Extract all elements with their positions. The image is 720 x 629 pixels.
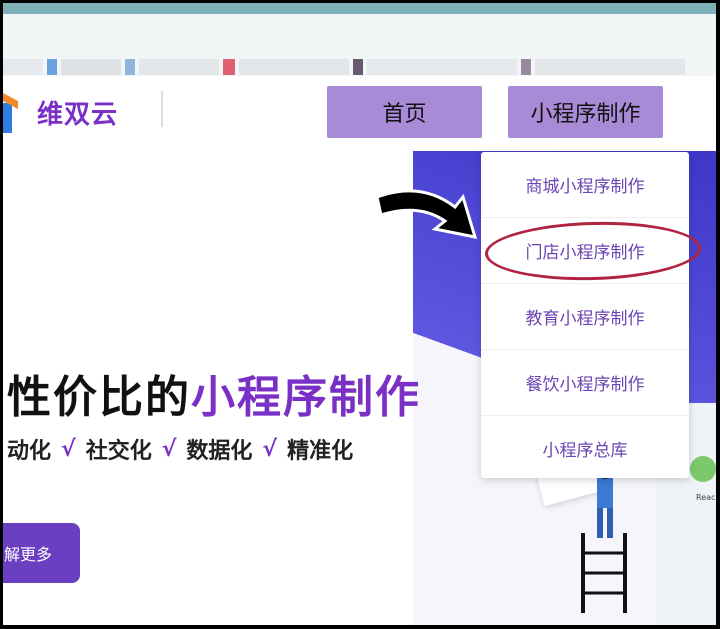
tagline-2: 社交化 — [85, 439, 152, 464]
headline-accent: 小程序制作 — [191, 372, 421, 423]
learn-more-button[interactable]: 解更多 — [3, 523, 80, 583]
nav-home-button[interactable]: 首页 — [327, 86, 482, 138]
blurred-bookmarks — [3, 59, 716, 75]
illustration-green-dot — [690, 456, 716, 482]
dropdown-item-education[interactable]: 教育小程序制作 — [481, 284, 689, 350]
nav-mini-program-button[interactable]: 小程序制作 — [508, 86, 663, 138]
page-frame: 维双云 首页 小程序制作 Reach 商城小程序制作 门店小程序制作 教育小程序… — [3, 3, 716, 625]
dropdown-item-catering[interactable]: 餐饮小程序制作 — [481, 350, 689, 416]
headline-prefix: 性价比的 — [7, 372, 191, 423]
brand-name[interactable]: 维双云 — [37, 94, 118, 131]
tagline-3: 数据化 — [186, 439, 253, 464]
dropdown-item-mall[interactable]: 商城小程序制作 — [481, 152, 689, 218]
dropdown-item-library[interactable]: 小程序总库 — [481, 416, 689, 481]
logo-icon[interactable] — [3, 93, 18, 135]
checkmark-icon: √ — [161, 436, 177, 462]
curved-arrow-icon — [375, 189, 478, 239]
illustration-label: Reach — [696, 493, 716, 502]
checkmark-icon: √ — [262, 436, 278, 462]
tagline-4: 精准化 — [287, 439, 354, 464]
illustration-figure — [581, 473, 627, 613]
tagline-1: 动化 — [7, 439, 52, 464]
window-top-strip — [3, 3, 716, 14]
hero-taglines: 动化 √ 社交化 √ 数据化 √ 精准化 — [7, 433, 353, 465]
nav-divider — [161, 91, 163, 127]
browser-bar — [3, 14, 716, 76]
hero-headline: 性价比的小程序制作 — [7, 361, 421, 425]
mini-program-dropdown: 商城小程序制作 门店小程序制作 教育小程序制作 餐饮小程序制作 小程序总库 — [481, 152, 689, 478]
checkmark-icon: √ — [61, 436, 76, 462]
